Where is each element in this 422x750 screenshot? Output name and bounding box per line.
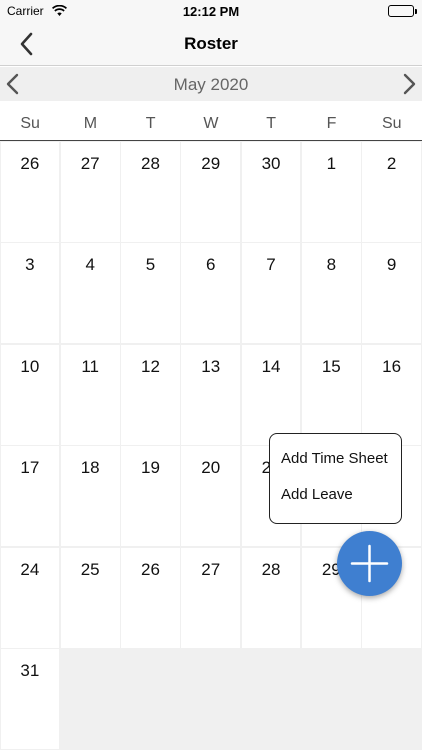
day-number: 20	[201, 458, 221, 477]
day-number: 16	[382, 356, 402, 376]
day-cell[interactable]: 26	[0, 141, 60, 242]
day-number: 1	[326, 153, 337, 173]
day-cell[interactable]: 20	[181, 446, 241, 546]
weekday-label: F	[326, 115, 337, 132]
day-number: 26	[20, 153, 40, 173]
day-number: 27	[201, 559, 221, 579]
month-header: May 2020	[0, 67, 422, 101]
day-cell[interactable]: 8	[301, 243, 361, 343]
day-cell[interactable]: 29	[181, 141, 241, 242]
day-number: 15	[321, 356, 341, 376]
day-cell[interactable]: 10	[0, 344, 60, 445]
weekday-label: M	[83, 115, 98, 132]
next-month-button[interactable]	[399, 72, 419, 96]
day-cell[interactable]: 24	[0, 547, 60, 648]
day-number: 8	[326, 255, 337, 274]
day-number: 28	[261, 559, 281, 579]
weekday-label: T	[266, 115, 277, 132]
day-cell[interactable]: 30	[241, 141, 301, 242]
day-number: 26	[140, 559, 160, 579]
day-cell[interactable]: 25	[60, 547, 120, 648]
month-label: May 2020	[173, 75, 249, 94]
plus-icon	[350, 544, 389, 583]
day-cell[interactable]: 7	[241, 243, 301, 343]
day-cell[interactable]: 4	[60, 243, 120, 343]
add-options-menu: Add Time Sheet Add Leave	[269, 433, 402, 524]
day-number: 14	[261, 356, 281, 376]
day-number: 11	[81, 356, 99, 376]
day-cell[interactable]: 6	[181, 243, 241, 343]
day-number: 18	[80, 458, 100, 477]
day-number: 19	[140, 458, 160, 477]
day-cell[interactable]: 11	[60, 344, 120, 445]
weekday-header: Su M T W T F Su	[0, 101, 422, 141]
day-cell[interactable]: 9	[362, 243, 421, 343]
day-cell[interactable]: 19	[121, 446, 180, 546]
day-cell[interactable]: 13	[181, 344, 241, 445]
day-number: 28	[140, 153, 160, 173]
day-cell[interactable]: 27	[60, 141, 120, 242]
day-cell[interactable]: 27	[181, 547, 241, 648]
day-cell[interactable]: 28	[121, 141, 180, 242]
day-cell[interactable]: 17	[0, 446, 60, 546]
day-number: 25	[80, 559, 100, 579]
day-number: 10	[20, 356, 40, 376]
weekday-label: T	[145, 115, 156, 132]
day-number: 13	[201, 356, 221, 376]
day-number: 30	[261, 153, 281, 173]
day-cell[interactable]: 15	[301, 344, 361, 445]
day-number: 3	[25, 255, 35, 274]
day-number: 2	[386, 153, 397, 173]
day-cell[interactable]: 31	[0, 649, 60, 749]
day-cell[interactable]: 5	[121, 243, 180, 343]
day-number: 6	[206, 255, 216, 274]
day-cell[interactable]: 18	[60, 446, 120, 546]
day-number: 31	[20, 661, 40, 680]
status-bar: Carrier 12:12 PM	[0, 0, 422, 22]
weekday-label: Su	[20, 115, 40, 132]
weekday-label: Su	[381, 115, 402, 132]
add-leave-menu-item[interactable]: Add Leave	[281, 486, 353, 503]
day-cell[interactable]: 2	[362, 141, 421, 242]
day-cell[interactable]: 1	[301, 141, 361, 242]
clock: 12:12 PM	[182, 4, 240, 19]
day-number: 7	[266, 255, 276, 274]
day-number: 9	[386, 255, 397, 274]
add-button[interactable]	[337, 531, 402, 596]
day-number: 27	[80, 153, 100, 173]
day-cell[interactable]: 16	[362, 344, 421, 445]
navigation-bar: Roster	[0, 22, 422, 66]
battery-icon	[388, 5, 417, 17]
day-number: 5	[145, 255, 156, 274]
weekday-label: W	[203, 115, 219, 132]
day-number: 17	[20, 458, 40, 477]
day-cell[interactable]: 26	[121, 547, 180, 648]
day-number: 24	[20, 559, 40, 579]
chevron-right-icon	[403, 73, 416, 95]
day-cell[interactable]: 3	[0, 243, 60, 343]
add-time-sheet-menu-item[interactable]: Add Time Sheet	[281, 450, 388, 467]
day-cell[interactable]: 28	[241, 547, 301, 648]
day-cell[interactable]: 14	[241, 344, 301, 445]
day-cell[interactable]: 12	[121, 344, 180, 445]
day-number: 29	[201, 153, 221, 173]
day-number: 4	[85, 255, 95, 274]
day-number: 12	[140, 356, 160, 376]
page-title: Roster	[184, 34, 238, 53]
